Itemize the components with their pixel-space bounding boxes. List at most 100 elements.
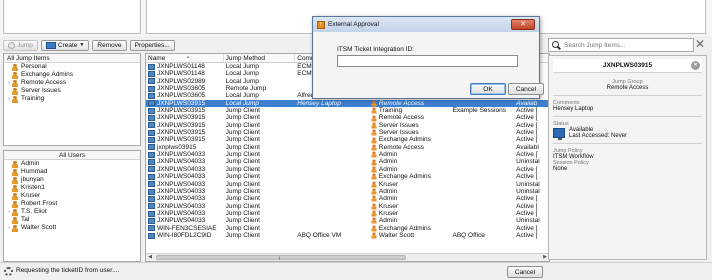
cell-name: JXNPLWS03915 xyxy=(146,100,224,107)
create-button[interactable]: Create ▼ xyxy=(40,39,90,51)
table-row[interactable]: WIN-FEN3CSESIAE Jump Client Exchange Admin… xyxy=(146,225,549,232)
computer-icon xyxy=(148,93,155,100)
cell-status: Uninstal xyxy=(516,180,540,188)
cell-status: Active [ xyxy=(516,151,538,159)
search-box xyxy=(548,38,694,52)
table-row[interactable]: JXNPLWS04033 Jump Client Admin Uninstal xyxy=(146,217,549,224)
table-row[interactable]: JXNPLWS04033 Jump Client Admin Active [ xyxy=(146,151,549,158)
details-close-icon[interactable]: ✕ xyxy=(691,61,700,70)
user-item[interactable]: Admin xyxy=(4,160,140,168)
status-section: Status Available Last Accessed: Never xyxy=(549,119,706,141)
table-row[interactable]: JXNPLWS04033 Jump Client Exchange Admins Ac… xyxy=(146,173,549,180)
horizontal-scrollbar[interactable]: ◀ ||| ▶ xyxy=(146,253,549,261)
jump-groups-header[interactable]: All Jump Items xyxy=(4,54,140,63)
cell-name: JXNPLWS01148 xyxy=(146,70,224,77)
table-row[interactable]: JXNPLWS04033 Jump Client Kruser Active [ xyxy=(146,210,549,217)
cell-jump-method: Local Jump xyxy=(225,77,259,85)
top-left-panel xyxy=(3,0,141,34)
jump-button[interactable]: Jump xyxy=(3,39,38,51)
jump-group-item[interactable]: › Remote Access xyxy=(4,79,140,87)
cell-session: Example Sessions xyxy=(452,107,506,115)
cell-session xyxy=(450,151,514,158)
user-icon xyxy=(371,100,377,107)
cell-jump-group-text: Remote Access xyxy=(378,114,425,122)
dialog-title-bar[interactable]: ! External Approval ✕ xyxy=(313,17,539,32)
table-row[interactable]: JXNPLWS04033 Jump Client Kruser Active [ xyxy=(146,203,549,210)
table-row[interactable]: JXNPLWS03915 Jump Client Exchange Admins Ac… xyxy=(146,136,549,143)
jump-group-item[interactable]: Personal xyxy=(4,63,140,71)
cell-jump-method: Remote Jump xyxy=(225,85,267,93)
divider xyxy=(553,143,702,144)
cell-jump-group: Kruser xyxy=(369,210,451,217)
cell-jump-group: Admin xyxy=(369,195,451,202)
users-header[interactable]: All Users xyxy=(4,151,140,160)
computer-icon xyxy=(148,100,155,107)
computer-icon xyxy=(148,78,155,85)
table-row[interactable]: JXNPLWS03915 Jump Client Remote Access Acti… xyxy=(146,114,549,121)
cell-name: jxnplws03915 xyxy=(146,144,224,151)
table-row[interactable]: JXNPLWS04033 Jump Client Admin Active [ xyxy=(146,166,549,173)
ticket-id-input[interactable] xyxy=(337,55,518,67)
jump-group-item[interactable]: Exchange Admins xyxy=(4,71,140,79)
user-item-label: T.S. Eliot xyxy=(21,208,47,215)
user-item[interactable]: Kristen1 xyxy=(4,184,140,192)
scrollbar-thumb[interactable]: ||| xyxy=(156,255,406,260)
cell-jump-group-text: Training xyxy=(378,107,403,115)
column-header-jump-method[interactable]: Jump Method xyxy=(224,54,296,62)
cell-name-text: JXNPLWS02989 xyxy=(157,77,206,85)
cell-jump-group-text: Kruser xyxy=(378,202,399,210)
jump-button-label: Jump xyxy=(17,41,33,49)
user-item[interactable]: Tal xyxy=(4,216,140,224)
properties-button[interactable]: Properties... xyxy=(129,39,175,51)
remove-button[interactable]: Remove xyxy=(92,39,127,51)
cell-jump-group: Remote Access xyxy=(369,114,451,121)
jump-group-item[interactable]: › Training xyxy=(4,95,140,103)
cell-name: JXNPLWS04033 xyxy=(146,188,224,195)
user-item[interactable]: › T.S. Eliot xyxy=(4,208,140,216)
table-row[interactable]: JXNPLWS03915 Jump Client Server Issues Acti… xyxy=(146,129,549,136)
table-row[interactable]: JXNPLWS04033 Jump Client Admin Active [ xyxy=(146,195,549,202)
ticket-id-label: ITSM Ticket Integration ID: xyxy=(337,46,414,53)
cell-jump-group: Admin xyxy=(369,166,451,173)
cell-jump-method: Jump Client xyxy=(225,173,260,181)
search-input[interactable] xyxy=(564,41,689,49)
cell-name: JXNPLWS03915 xyxy=(146,114,224,121)
cell-name: JXNPLWS03605 xyxy=(146,92,224,99)
cell-jump-group: Remote Access xyxy=(369,100,451,107)
table-row[interactable]: jxnplws03915 Jump Client Remote Access Avai… xyxy=(146,144,549,151)
table-row[interactable]: JXNPLWS04033 Jump Client Kruser Uninstal xyxy=(146,181,549,188)
jump-group-item[interactable]: Server Issues xyxy=(4,87,140,95)
cell-name-text: JXNPLWS04033 xyxy=(157,187,206,195)
details-panel: JXNPLWS03915 ✕ Jump Group Remote Access … xyxy=(548,55,707,260)
create-button-label: Create xyxy=(57,41,78,49)
user-item[interactable]: Hummad xyxy=(4,168,140,176)
cell-jump-method: Jump Client xyxy=(225,129,260,137)
user-icon xyxy=(12,200,18,208)
dialog-close-icon[interactable]: ✕ xyxy=(511,19,535,30)
cell-jump-group-text: Server Issues xyxy=(378,121,419,129)
table-row[interactable]: JXNPLWS04033 Jump Client Admin Uninstal xyxy=(146,188,549,195)
cell-jump-method: Jump Client xyxy=(225,224,260,232)
cell-jump-group-text: Remote Access xyxy=(378,99,425,107)
cell-status: Active [ xyxy=(516,136,538,144)
table-row[interactable]: JXNPLWS03915 Local Jump Hensey Laptop Remot… xyxy=(146,99,549,108)
table-row[interactable]: JXNPLWS03915 Jump Client Training Example S… xyxy=(146,107,549,114)
table-row[interactable]: JXNPLWS04033 Jump Client Admin Uninstal xyxy=(146,158,549,165)
table-row[interactable]: JXNPLWS03915 Jump Client Server Issues Acti… xyxy=(146,122,549,129)
user-item[interactable]: Kruser xyxy=(4,192,140,200)
cell-comments xyxy=(295,188,369,195)
cancel-request-button[interactable]: Cancel xyxy=(507,266,543,278)
dialog-cancel-button[interactable]: Cancel xyxy=(508,83,544,95)
column-header-name[interactable]: Name ▲ xyxy=(146,54,224,62)
close-icon[interactable]: ✕ xyxy=(695,37,705,51)
user-item[interactable]: jbunyan xyxy=(4,176,140,184)
user-item[interactable]: Robert Frost xyxy=(4,200,140,208)
cell-name: JXNPLWS04033 xyxy=(146,203,224,210)
user-item[interactable]: › Walter Scott xyxy=(4,224,140,232)
user-icon xyxy=(371,217,377,224)
cell-jump-group: Exchange Admins xyxy=(369,225,451,232)
scroll-left-icon[interactable]: ◀ xyxy=(146,254,154,261)
table-row[interactable]: WIN-I80FDL2C9ID Jump Client ABQ Office VM W… xyxy=(146,232,549,239)
external-approval-dialog: ! External Approval ✕ ITSM Ticket Integr… xyxy=(312,16,544,99)
ok-button[interactable]: OK xyxy=(470,83,506,95)
